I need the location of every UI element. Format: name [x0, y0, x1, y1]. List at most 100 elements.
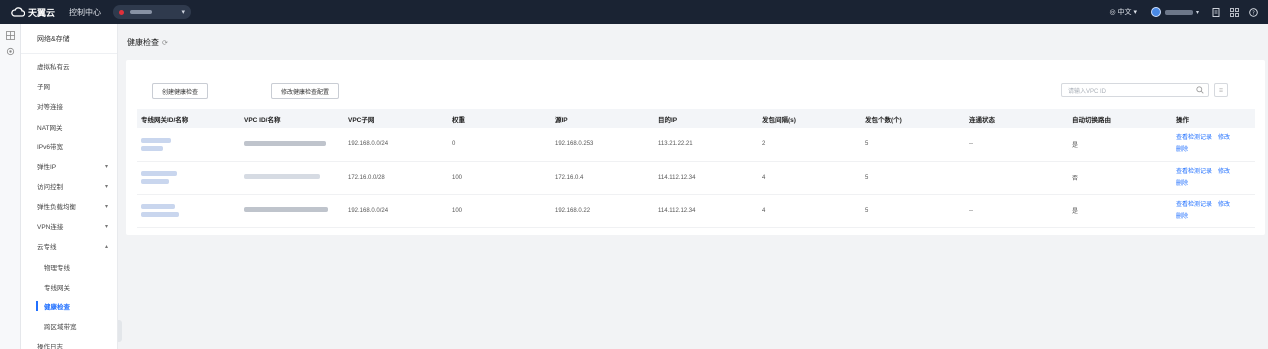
sidebar-item-label: 对等连接 [37, 104, 63, 111]
chevron-down-icon: ▾ [104, 223, 108, 230]
source-ip-cell: 192.168.0.253 [551, 128, 654, 162]
delete-link[interactable]: 删除 [1176, 144, 1188, 156]
sidebar-item-ipv6[interactable]: IPv6带宽 [21, 140, 118, 152]
destination-ip-cell: 113.21.22.21 [654, 128, 758, 162]
column-header[interactable]: 源IP [551, 109, 654, 128]
sidebar-item-label: 弹性负载均衡 [37, 204, 76, 211]
create-health-check-button[interactable]: 创建健康检查 [152, 83, 208, 99]
region-name-redacted [130, 10, 153, 14]
sidebar-item-dc-gateway[interactable]: 专线网关 [21, 281, 118, 293]
help-icon[interactable]: ? [1249, 7, 1258, 17]
edit-link[interactable]: 修改 [1218, 166, 1230, 178]
column-header[interactable]: 目的IP [654, 109, 758, 128]
sidebar-item-health-check[interactable]: 健康检查 [21, 300, 118, 312]
sidebar: 网络&存储 虚拟私有云 子网 对等连接 NAT网关 IPv6带宽 弹性IP ▾ 访… [21, 24, 118, 349]
page-title: 健康检查 ⟳ [127, 37, 168, 48]
username-redacted[interactable] [1164, 9, 1193, 15]
sidebar-item-label: 健康检查 [44, 304, 70, 311]
operations-cell: 查看检测记录 修改删除 [1172, 128, 1255, 162]
operations-cell: 查看检测记录 修改删除 [1172, 161, 1255, 195]
language-switch[interactable]: ◎ 中文 ▾ [1109, 7, 1137, 17]
region-selector[interactable]: ▾ [113, 5, 192, 19]
sidebar-item-label: 子网 [37, 84, 50, 91]
sidebar-item-elb[interactable]: 弹性负载均衡 ▾ [21, 200, 118, 212]
sidebar-item-label: 跨区域带宽 [44, 324, 77, 331]
sidebar-item-label: 专线网关 [44, 285, 70, 292]
delete-link[interactable]: 删除 [1176, 178, 1188, 190]
destination-ip-cell: 114.112.12.34 [654, 161, 758, 195]
packet-count-cell: 5 [861, 128, 965, 162]
console-link[interactable]: 控制中心 [69, 7, 101, 18]
sidebar-item-direct-connect[interactable]: 云专线 ▴ [21, 240, 118, 252]
content-card: 创建健康检查 修改健康检查配置 请输入VPC ID ⁝⁝ 专线网关ID/名称 V… [126, 60, 1265, 235]
region-status-dot [119, 9, 125, 15]
view-records-link[interactable]: 查看检测记录 [1176, 199, 1212, 211]
gateway-id-cell[interactable] [137, 194, 240, 228]
weight-cell: 100 [448, 161, 551, 195]
interval-cell: 4 [758, 194, 861, 228]
sidebar-item-label: 操作日志 [37, 344, 63, 349]
user-avatar[interactable] [1150, 7, 1161, 17]
sidebar-item-label: 物理专线 [44, 265, 70, 272]
sidebar-item-vpc[interactable]: 虚拟私有云 [21, 60, 118, 72]
brand-logo[interactable]: 天翼云 [11, 6, 55, 19]
sidebar-item-eip[interactable]: 弹性IP ▾ [21, 160, 118, 172]
table-header-row: 专线网关ID/名称 VPC ID/名称 VPC子网 权重 源IP 目的IP 发包… [137, 109, 1255, 128]
sidebar-item-label: 云专线 [37, 244, 57, 251]
view-records-link[interactable]: 查看检测记录 [1176, 166, 1212, 178]
vpc-subnet-cell: 192.168.0.0/24 [344, 128, 448, 162]
packet-count-cell: 5 [861, 194, 965, 228]
column-header[interactable]: 发包间隔(s) [758, 109, 861, 128]
sidebar-item-vpn[interactable]: VPN连接 ▾ [21, 220, 118, 232]
column-header[interactable]: 发包个数(个) [861, 109, 965, 128]
menu-grid-icon[interactable] [5, 31, 15, 40]
sidebar-item-acl[interactable]: 访问控制 ▾ [21, 180, 118, 192]
chevron-down-icon: ▾ [1195, 9, 1199, 16]
search-icon[interactable] [1196, 86, 1204, 94]
vpc-id-cell [240, 161, 344, 195]
sidebar-item-label: IPv6带宽 [37, 144, 64, 151]
chevron-down-icon: ▾ [104, 203, 108, 210]
search-placeholder: 请输入VPC ID [1068, 88, 1107, 95]
apps-icon[interactable] [1230, 7, 1239, 17]
sidebar-collapse-handle[interactable] [118, 320, 122, 342]
sidebar-item-label: 虚拟私有云 [37, 64, 70, 71]
edit-link[interactable]: 修改 [1218, 199, 1230, 211]
edit-link[interactable]: 修改 [1218, 132, 1230, 144]
column-header[interactable]: 专线网关ID/名称 [137, 109, 240, 128]
document-icon[interactable] [1211, 7, 1220, 17]
sidebar-item-subnet[interactable]: 子网 [21, 80, 118, 92]
sidebar-item-nat[interactable]: NAT网关 [21, 121, 118, 133]
column-header[interactable]: 权重 [448, 109, 551, 128]
column-header[interactable]: VPC子网 [344, 109, 448, 128]
column-header[interactable]: VPC ID/名称 [240, 109, 344, 128]
gateway-id-cell[interactable] [137, 161, 240, 195]
sidebar-item-operation-log[interactable]: 操作日志 [21, 340, 118, 349]
vpc-id-cell [240, 128, 344, 162]
column-header[interactable]: 自动切换路由 [1068, 109, 1172, 128]
gateway-id-cell[interactable] [137, 128, 240, 162]
table-row: 192.168.0.0/24 100 192.168.0.22 114.112.… [137, 194, 1255, 228]
vpc-subnet-cell: 192.168.0.0/24 [344, 194, 448, 228]
table-row: 172.16.0.0/28 100 172.16.0.4 114.112.12.… [137, 161, 1255, 195]
sidebar-item-physical-line[interactable]: 物理专线 [21, 261, 118, 273]
refresh-icon[interactable]: ⟳ [162, 39, 168, 47]
settings-gear-icon[interactable] [6, 47, 15, 56]
interval-cell: 2 [758, 128, 861, 162]
health-check-table: 专线网关ID/名称 VPC ID/名称 VPC子网 权重 源IP 目的IP 发包… [137, 109, 1255, 228]
auto-switch-cell: 否 [1068, 161, 1172, 195]
auto-switch-cell: 是 [1068, 194, 1172, 228]
column-settings-button[interactable]: ⁝⁝ [1214, 83, 1228, 97]
search-input[interactable]: 请输入VPC ID [1061, 83, 1209, 97]
sidebar-item-peering[interactable]: 对等连接 [21, 100, 118, 112]
sidebar-item-label: 访问控制 [37, 184, 63, 191]
weight-cell: 0 [448, 128, 551, 162]
delete-link[interactable]: 删除 [1176, 211, 1188, 223]
column-header[interactable]: 连通状态 [965, 109, 1068, 128]
sidebar-item-cross-region-bandwidth[interactable]: 跨区域带宽 [21, 320, 118, 332]
view-records-link[interactable]: 查看检测记录 [1176, 132, 1212, 144]
language-label: 中文 [1117, 9, 1132, 16]
modify-health-check-button[interactable]: 修改健康检查配置 [271, 83, 339, 99]
chevron-down-icon: ▾ [181, 9, 186, 16]
destination-ip-cell: 114.112.12.34 [654, 194, 758, 228]
